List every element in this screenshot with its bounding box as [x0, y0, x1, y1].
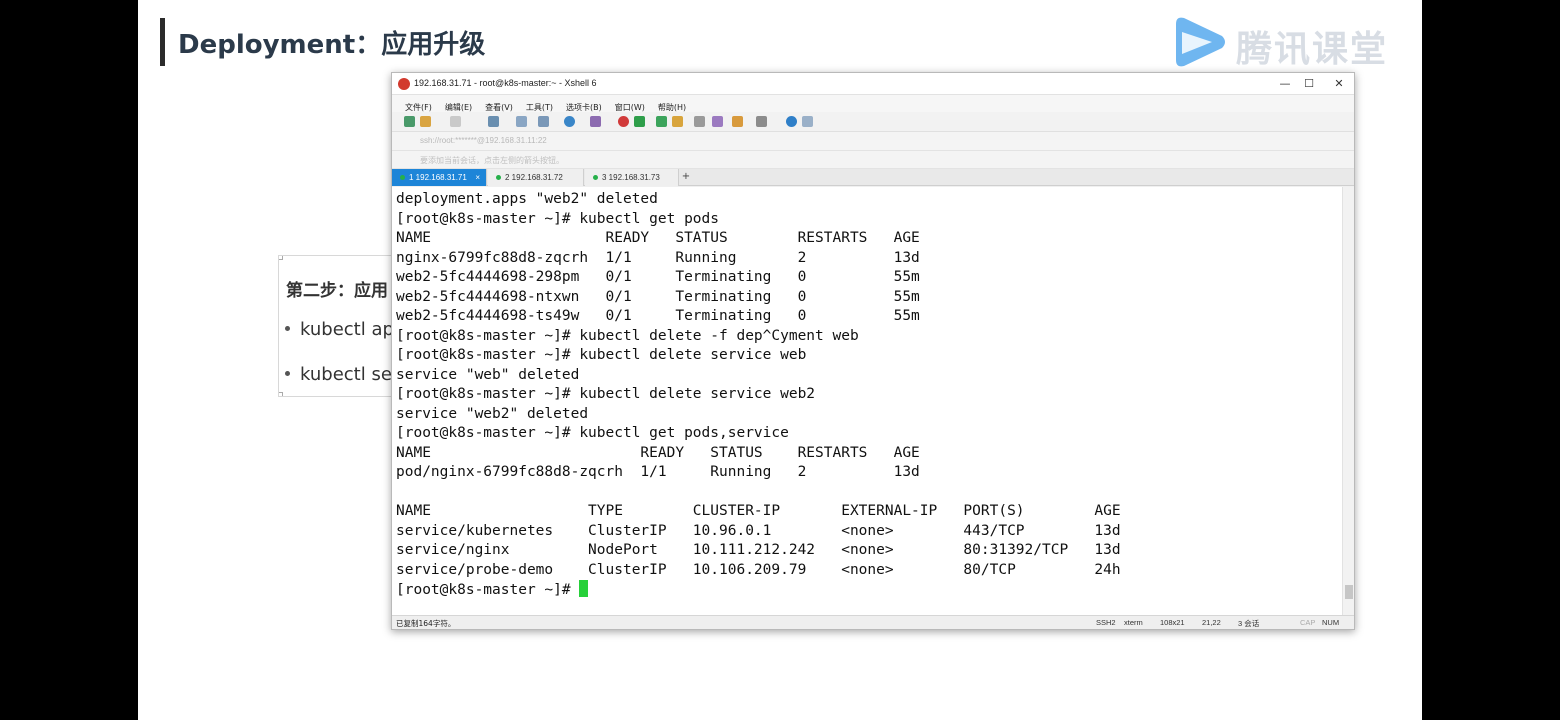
terminal-line: service "web2" deleted: [396, 405, 589, 422]
fullscreen-icon[interactable]: [656, 116, 667, 127]
terminal-line: NAME TYPE CLUSTER-IP EXTERNAL-IP PORT(S)…: [396, 503, 1121, 519]
terminal-line: web2-5fc4444698-ntxwn 0/1 Terminating 0 …: [396, 288, 920, 305]
session-hint-text: 要添加当前会话，点击左侧的箭头按钮。: [420, 156, 564, 165]
bullet-item: kubectl se: [285, 364, 392, 385]
transfer-icon[interactable]: [732, 116, 743, 127]
copy-icon[interactable]: [488, 116, 499, 127]
vertical-scrollbar[interactable]: [1342, 187, 1354, 615]
chat-icon[interactable]: [802, 116, 813, 127]
status-size: 108x21: [1160, 618, 1185, 627]
lock-icon[interactable]: [672, 116, 683, 127]
terminal-prompt-line: [root@k8s-master ~]#: [396, 580, 1121, 601]
slide-text-box: 第二步：应用 kubectl ap kubectl se: [278, 255, 408, 397]
scrollbar-thumb[interactable]: [1345, 585, 1353, 599]
open-folder-icon[interactable]: [420, 116, 431, 127]
status-position: 21,22: [1202, 618, 1221, 627]
title-accent-bar: [160, 18, 165, 66]
resize-handle: [279, 256, 283, 260]
find-icon[interactable]: [516, 116, 527, 127]
layout-icon[interactable]: [756, 116, 767, 127]
terminal-line: web2-5fc4444698-298pm 0/1 Terminating 0 …: [396, 269, 920, 285]
xshell-window: 192.168.31.71 - root@k8s-master:~ - Xshe…: [391, 72, 1355, 630]
terminal-text: deployment.apps "web2" deleted [root@k8s-…: [396, 190, 1121, 601]
session-tab-bar: 1 192.168.31.71 × 2 192.168.31.72 3 192.…: [392, 169, 1354, 186]
terminal-line: service "web" deleted: [396, 366, 580, 383]
terminal-line: [root@k8s-master ~]# kubectl delete serv…: [396, 347, 807, 363]
keyboard-icon[interactable]: [694, 116, 705, 127]
print-icon[interactable]: [538, 116, 549, 127]
globe-icon[interactable]: [564, 116, 575, 127]
help-icon[interactable]: [786, 116, 797, 127]
xshell-app-icon: [398, 78, 410, 90]
new-session-icon[interactable]: [404, 116, 415, 127]
toolbar: [392, 112, 1354, 132]
play-logo-icon: [1176, 17, 1225, 67]
terminal-line: [root@k8s-master ~]# kubectl delete -f d…: [396, 327, 859, 344]
xftp-icon[interactable]: [618, 116, 629, 127]
session-hint-bar: 要添加当前会话，点击左侧的箭头按钮。: [392, 151, 1354, 169]
xmanager-icon[interactable]: [634, 116, 645, 127]
terminal-line: nginx-6799fc88d8-zqcrh 1/1 Running 2 13d: [396, 249, 920, 266]
terminal-line: [root@k8s-master ~]# kubectl get pods,se…: [396, 425, 789, 441]
terminal-line: web2-5fc4444698-ts49w 0/1 Terminating 0 …: [396, 308, 920, 324]
terminal-line: NAME READY STATUS RESTARTS AGE: [396, 230, 920, 246]
tab-session-1[interactable]: 1 192.168.31.71 ×: [392, 169, 487, 186]
connected-status-icon: [400, 175, 405, 181]
terminal-line: [root@k8s-master ~]# kubectl delete serv…: [396, 386, 816, 402]
terminal-line: [root@k8s-master ~]# kubectl get pods: [396, 210, 720, 227]
font-icon[interactable]: [590, 116, 601, 127]
terminal-line: ​: [396, 483, 1121, 503]
status-bar: 已复制164字符。 SSH2 xterm 108x21 21,22 3 会话 C…: [392, 615, 1354, 629]
terminal-line: service/probe-demo ClusterIP 10.106.209.…: [396, 561, 1121, 578]
disconnect-icon[interactable]: [450, 116, 461, 127]
close-tab-icon[interactable]: ×: [475, 169, 480, 186]
terminal-line: service/nginx NodePort 10.111.212.242 <n…: [396, 542, 1121, 558]
window-titlebar[interactable]: 192.168.31.71 - root@k8s-master:~ - Xshe…: [392, 73, 1354, 95]
bullet-item: kubectl ap: [285, 319, 394, 340]
address-input[interactable]: ssh://root:*******@192.168.31.11:22: [420, 136, 547, 145]
connected-status-icon: [593, 175, 598, 181]
status-terminal-type: xterm: [1124, 618, 1143, 627]
step-heading: 第二步：应用: [286, 281, 388, 301]
terminal-line: NAME READY STATUS RESTARTS AGE: [396, 444, 920, 461]
close-button[interactable]: ✕: [1324, 75, 1354, 93]
script-icon[interactable]: [712, 116, 723, 127]
status-protocol: SSH2: [1096, 618, 1116, 627]
terminal-line: service/kubernetes ClusterIP 10.96.0.1 <…: [396, 522, 1121, 539]
new-tab-button[interactable]: +: [680, 169, 692, 186]
resize-handle: [279, 392, 283, 396]
status-numlock: NUM: [1322, 618, 1340, 627]
terminal-cursor: [579, 580, 589, 597]
bullet-dot-icon: [285, 370, 290, 376]
terminal-output[interactable]: deployment.apps "web2" deleted [root@k8s-…: [392, 187, 1342, 615]
terminal-line: deployment.apps "web2" deleted: [396, 191, 658, 207]
slide-title: Deployment：应用升级: [178, 30, 486, 60]
terminal-prompt: [root@k8s-master ~]#: [396, 582, 580, 598]
status-sessions: 3 会话: [1238, 619, 1260, 628]
logo-text: 腾讯课堂: [1236, 29, 1389, 70]
maximize-button[interactable]: ☐: [1294, 75, 1324, 93]
window-title: 192.168.31.71 - root@k8s-master:~ - Xshe…: [414, 78, 597, 88]
status-message: 已复制164字符。: [396, 619, 456, 628]
address-bar[interactable]: ssh://root:*******@192.168.31.11:22: [392, 132, 1354, 151]
terminal-line: pod/nginx-6799fc88d8-zqcrh 1/1 Running 2…: [396, 464, 920, 480]
bullet-dot-icon: [285, 325, 290, 331]
connected-status-icon: [496, 175, 501, 181]
tab-session-3[interactable]: 3 192.168.31.73: [585, 169, 679, 186]
menu-bar: 文件(F) 编辑(E) 查看(V) 工具(T) 选项卡(B) 窗口(W) 帮助(H): [392, 95, 1354, 112]
tab-session-2[interactable]: 2 192.168.31.72: [488, 169, 584, 186]
tencent-classroom-logo: 腾讯课堂: [1168, 14, 1388, 70]
status-caps: CAP: [1300, 618, 1316, 627]
